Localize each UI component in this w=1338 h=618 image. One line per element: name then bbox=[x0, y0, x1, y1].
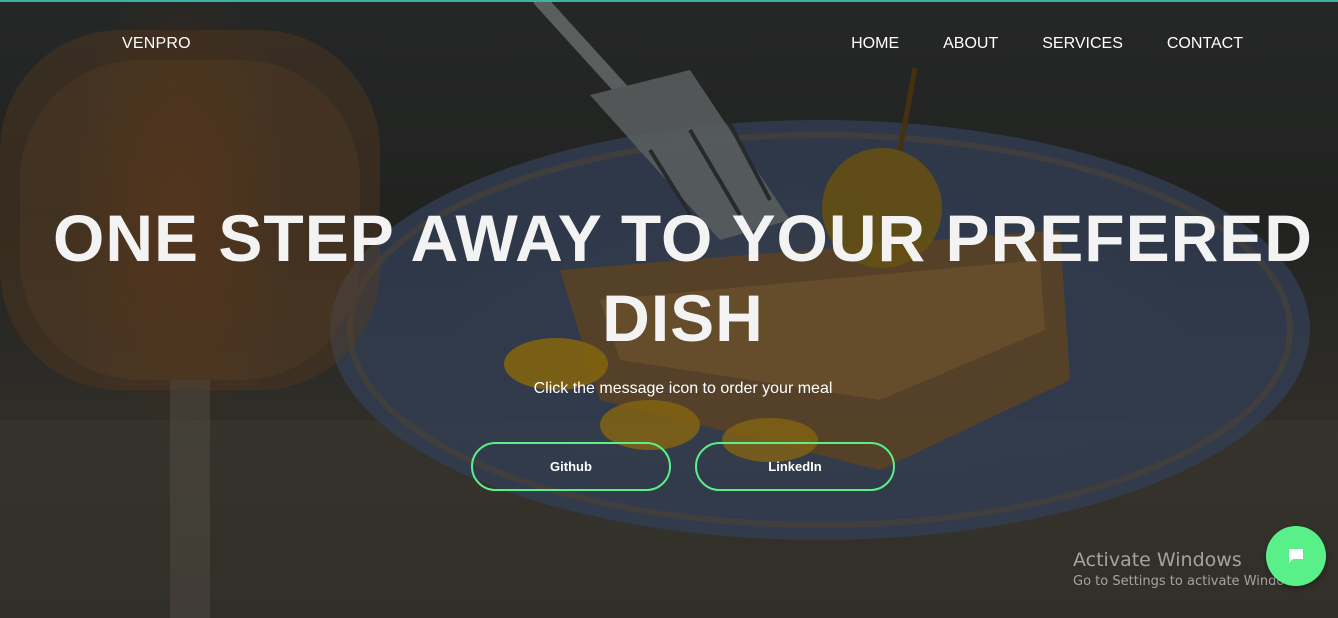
hero-headline-line2: DISH bbox=[602, 281, 764, 355]
hero-headline: ONE STEP AWAY TO YOUR PREFERED DISH bbox=[0, 198, 1338, 358]
main-nav: HOME ABOUT SERVICES CONTACT bbox=[851, 35, 1243, 53]
hero-headline-line1: ONE STEP AWAY TO YOUR PREFERED bbox=[53, 201, 1313, 275]
watermark-subtitle: Go to Settings to activate Windows. bbox=[1073, 574, 1306, 589]
nav-contact[interactable]: CONTACT bbox=[1167, 35, 1243, 53]
message-icon bbox=[1289, 549, 1303, 563]
top-accent-line bbox=[0, 0, 1338, 2]
brand-logo[interactable]: VENPRO bbox=[122, 35, 191, 53]
nav-about[interactable]: ABOUT bbox=[943, 35, 998, 53]
github-button[interactable]: Github bbox=[471, 442, 671, 491]
nav-home[interactable]: HOME bbox=[851, 35, 899, 53]
chat-button[interactable] bbox=[1266, 526, 1326, 586]
hero-subtitle: Click the message icon to order your mea… bbox=[533, 380, 833, 397]
nav-services[interactable]: SERVICES bbox=[1042, 35, 1123, 53]
linkedin-button[interactable]: LinkedIn bbox=[695, 442, 895, 491]
